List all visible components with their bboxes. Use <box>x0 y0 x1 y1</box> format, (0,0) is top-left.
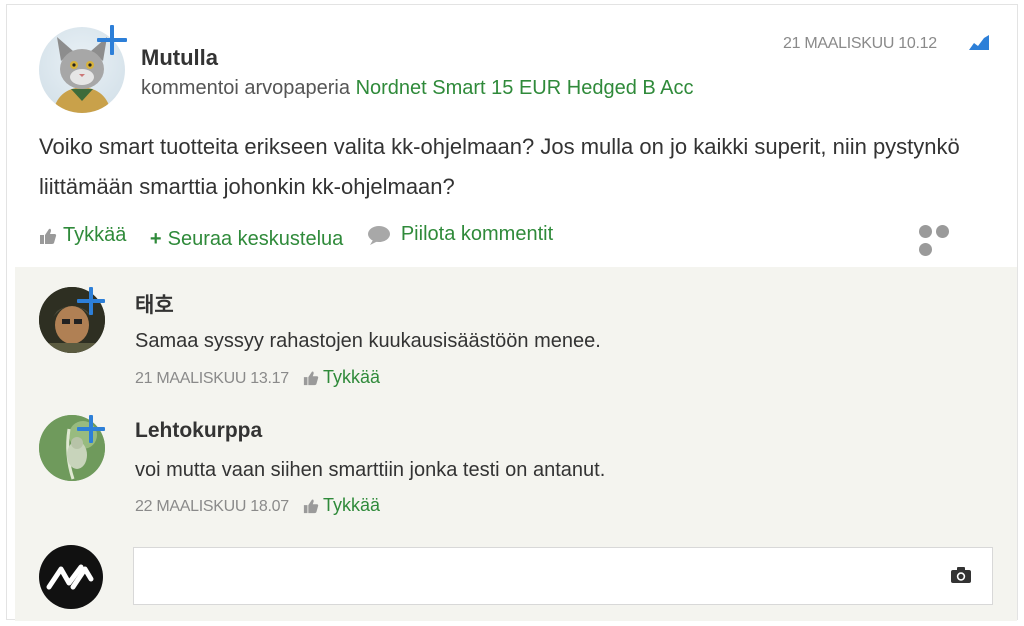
comment-timestamp: 21 MAALISKUU 13.17 <box>135 370 289 387</box>
follow-discussion-button[interactable]: + Seuraa keskustelua <box>150 228 343 251</box>
like-label: Tykkää <box>322 367 380 387</box>
comment-timestamp: 22 MAALISKUU 18.07 <box>135 498 289 515</box>
comment-like-button[interactable]: Tykkää <box>303 367 380 387</box>
more-options-icon[interactable] <box>919 225 969 256</box>
follow-user-plus-icon[interactable] <box>77 287 105 315</box>
thumbs-up-icon <box>303 499 319 514</box>
chart-icon[interactable] <box>968 33 990 51</box>
follow-label: Seuraa keskustelua <box>167 227 344 250</box>
comment-like-button[interactable]: Tykkää <box>303 495 380 515</box>
post-body: Voiko smart tuotteita erikseen valita kk… <box>39 134 960 199</box>
comment-meta: 21 MAALISKUU 13.17 Tykkää <box>135 367 380 388</box>
current-user-avatar <box>39 545 103 609</box>
comment-author[interactable]: Lehtokurppa <box>135 419 262 443</box>
camera-icon[interactable] <box>950 566 972 584</box>
post-card: Mutulla kommentoi arvopaperia Nordnet Sm… <box>6 4 1018 621</box>
comment-text: voi mutta vaan siihen smarttiin jonka te… <box>135 459 606 481</box>
comment-input[interactable] <box>133 547 993 605</box>
comment-author[interactable]: 태호 <box>135 289 174 319</box>
like-label: Tykkää <box>322 495 380 515</box>
post-actions: Tykkää + Seuraa keskustelua Piilota komm… <box>39 223 571 251</box>
post-timestamp: 21 MAALISKUU 10.12 <box>783 35 937 52</box>
speech-bubble-icon <box>367 225 390 245</box>
thumbs-up-icon <box>303 371 319 386</box>
like-button[interactable]: Tykkää <box>39 224 126 247</box>
nordnet-logo-icon <box>46 564 94 590</box>
comment-meta: 22 MAALISKUU 18.07 Tykkää <box>135 495 380 516</box>
post-action-line: kommentoi arvopaperia Nordnet Smart 15 E… <box>141 77 694 100</box>
comment-text: Samaa syssyy rahastojen kuukausisäästöön… <box>135 330 601 352</box>
plus-icon: + <box>149 227 162 250</box>
follow-user-plus-icon[interactable] <box>97 25 127 55</box>
hide-comments-label: Piilota kommentit <box>400 223 554 245</box>
like-label: Tykkää <box>63 224 127 246</box>
security-link[interactable]: Nordnet Smart 15 EUR Hedged B Acc <box>356 77 694 99</box>
hide-comments-button[interactable]: Piilota kommentit <box>367 223 553 246</box>
follow-user-plus-icon[interactable] <box>77 415 105 443</box>
post-author[interactable]: Mutulla <box>141 45 218 71</box>
thumbs-up-icon <box>40 228 57 244</box>
action-prefix: kommentoi arvopaperia <box>141 77 350 99</box>
